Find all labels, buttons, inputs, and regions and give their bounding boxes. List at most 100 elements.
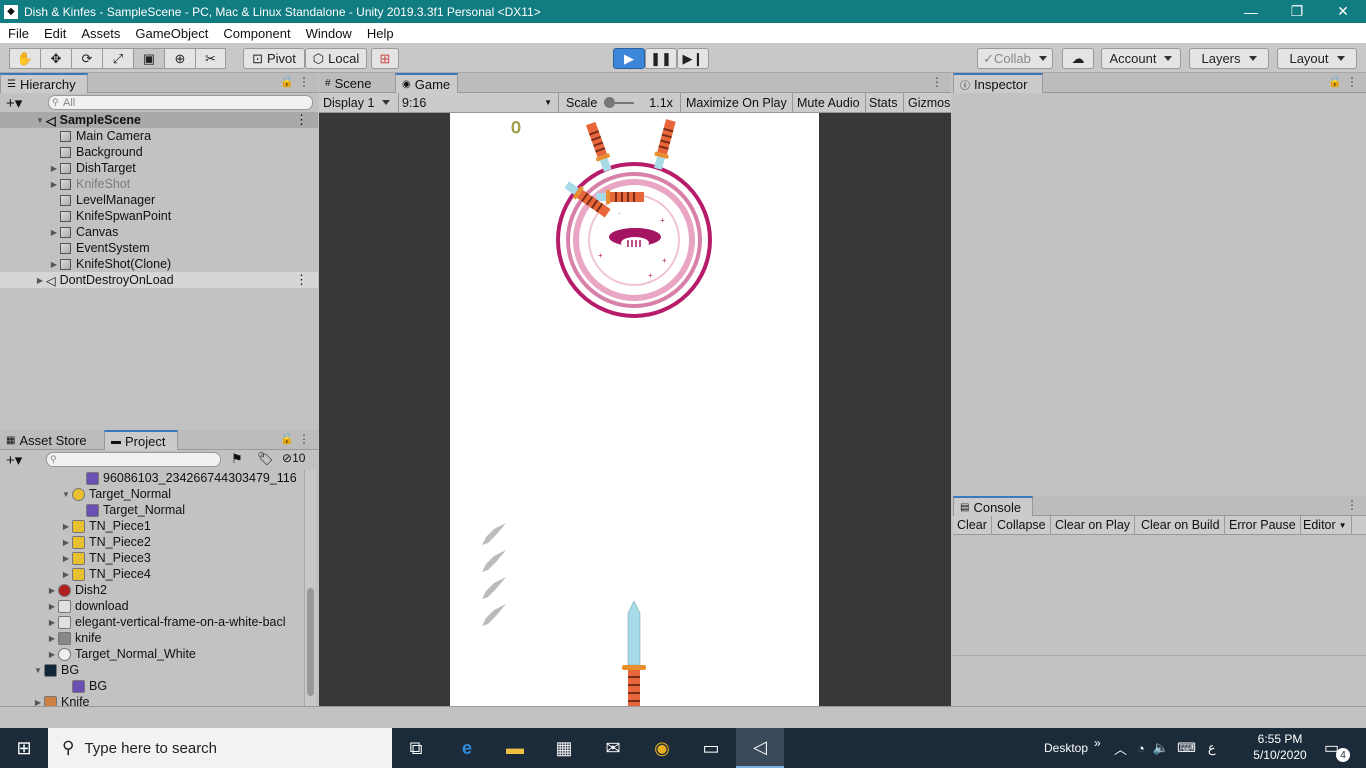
- restore-icon[interactable]: ❐: [1274, 0, 1320, 23]
- project-item[interactable]: 96086103_234266744303479_116: [74, 470, 297, 486]
- language-indicator[interactable]: ع: [1208, 740, 1216, 756]
- action-center[interactable]: ▭ 4: [1324, 728, 1350, 768]
- expand-arrow-icon[interactable]: ▶: [48, 260, 60, 269]
- expand-arrow-icon[interactable]: ▶: [48, 228, 60, 237]
- play-button[interactable]: ▶: [613, 48, 645, 69]
- task-view-icon[interactable]: ⧉: [392, 728, 440, 768]
- clear-on-build-button[interactable]: Clear on Build: [1137, 516, 1225, 534]
- gizmos-dropdown[interactable]: Gizmos: [904, 93, 951, 112]
- project-item[interactable]: ▶ Target_Normal_White: [46, 646, 196, 662]
- rect-tool-icon[interactable]: ▣: [133, 48, 164, 69]
- expand-arrow-icon[interactable]: ▶: [32, 698, 44, 707]
- kebab-menu-icon[interactable]: ⋮: [298, 432, 310, 446]
- store-icon[interactable]: ▦: [540, 728, 588, 768]
- aspect-dropdown[interactable]: 9:16 ▼: [399, 93, 559, 112]
- pivot-button[interactable]: ⊡ Pivot: [243, 48, 305, 69]
- label-icon[interactable]: 🏷: [257, 451, 274, 467]
- hierarchy-item[interactable]: Main Camera: [48, 128, 151, 144]
- kebab-menu-icon[interactable]: ⋮: [298, 75, 310, 89]
- kebab-menu-icon[interactable]: ⋮: [1346, 75, 1358, 89]
- step-button[interactable]: ▶❙: [677, 48, 709, 69]
- project-item[interactable]: ▶ TN_Piece3: [60, 550, 151, 566]
- menu-window[interactable]: Window: [298, 26, 359, 41]
- expand-arrow-icon[interactable]: ▼: [32, 666, 44, 675]
- hierarchy-item[interactable]: ▶ Canvas: [48, 224, 118, 240]
- tab-project[interactable]: ▬ Project: [104, 430, 178, 450]
- windows-start-icon[interactable]: ⊞: [0, 728, 48, 768]
- filter-type-icon[interactable]: ⚑: [231, 451, 243, 467]
- expand-arrow-icon[interactable]: ▶: [60, 554, 72, 563]
- project-item[interactable]: ▶ elegant-vertical-frame-on-a-white-bacl: [46, 614, 286, 630]
- kebab-menu-icon[interactable]: ⋮: [931, 75, 943, 89]
- game-canvas[interactable]: 0 + + + · +: [450, 113, 819, 706]
- create-plus-icon[interactable]: +▾: [6, 94, 22, 112]
- project-item[interactable]: ▶ TN_Piece4: [60, 566, 151, 582]
- lock-icon[interactable]: 🔒: [1328, 75, 1342, 88]
- scene-menu-icon[interactable]: ⋮: [295, 112, 308, 128]
- dontdestroy-root[interactable]: ▶ ◁ DontDestroyOnLoad: [34, 272, 174, 288]
- expand-arrow-icon[interactable]: ▶: [60, 570, 72, 579]
- project-item[interactable]: ▶ download: [46, 598, 129, 614]
- hierarchy-item[interactable]: Background: [48, 144, 143, 160]
- menu-file[interactable]: File: [0, 26, 36, 41]
- scale-slider-thumb[interactable]: [604, 97, 615, 108]
- collapse-button[interactable]: Collapse: [993, 516, 1051, 534]
- menu-gameobject[interactable]: GameObject: [127, 26, 215, 41]
- expand-arrow-icon[interactable]: ▼: [34, 116, 46, 125]
- maximize-on-play-toggle[interactable]: Maximize On Play: [680, 93, 793, 112]
- dontdestroy-menu-icon[interactable]: ⋮: [295, 272, 308, 288]
- mute-audio-toggle[interactable]: Mute Audio: [792, 93, 866, 112]
- clock[interactable]: 6:55 PM 5/10/2020: [1250, 732, 1310, 762]
- hierarchy-search-input[interactable]: ⚲ All: [48, 95, 313, 110]
- hierarchy-item[interactable]: KnifeSpwanPoint: [48, 208, 171, 224]
- hand-tool-icon[interactable]: ✋: [9, 48, 40, 69]
- project-item[interactable]: ▼ BG: [32, 662, 79, 678]
- menu-edit[interactable]: Edit: [36, 26, 73, 41]
- expand-arrow-icon[interactable]: ▶: [46, 586, 58, 595]
- project-item[interactable]: ▶ TN_Piece1: [60, 518, 151, 534]
- tab-scene[interactable]: # Scene: [319, 73, 395, 93]
- expand-arrow-icon[interactable]: ▶: [46, 634, 58, 643]
- file-explorer-icon[interactable]: ▬: [491, 728, 539, 768]
- expand-arrow-icon[interactable]: ▶: [46, 650, 58, 659]
- pause-button[interactable]: ❚❚: [645, 48, 677, 69]
- project-item[interactable]: BG: [60, 678, 107, 694]
- rotate-tool-icon[interactable]: ⟳: [71, 48, 102, 69]
- menu-component[interactable]: Component: [215, 26, 297, 41]
- menu-help[interactable]: Help: [359, 26, 401, 41]
- close-icon[interactable]: ✕: [1320, 0, 1366, 23]
- expand-arrow-icon[interactable]: ▶: [46, 618, 58, 627]
- network-icon[interactable]: ◔: [1137, 741, 1145, 756]
- scene-root[interactable]: ▼ ◁ SampleScene: [34, 112, 141, 128]
- tab-console[interactable]: ▤ Console: [953, 496, 1033, 516]
- project-search-input[interactable]: ⚲: [46, 452, 221, 467]
- scroll-thumb[interactable]: [307, 588, 314, 696]
- stats-toggle[interactable]: Stats: [864, 93, 904, 112]
- desktop-toolbar[interactable]: Desktop »: [1044, 728, 1101, 768]
- layers-dropdown[interactable]: Layers: [1189, 48, 1269, 69]
- account-dropdown[interactable]: Account: [1101, 48, 1181, 69]
- project-item[interactable]: ▶ knife: [46, 630, 101, 646]
- tab-inspector[interactable]: ⓘ Inspector: [953, 73, 1043, 93]
- kebab-menu-icon[interactable]: ⋮: [1346, 498, 1358, 512]
- tab-hierarchy[interactable]: ☰ Hierarchy: [0, 73, 88, 93]
- edge-icon[interactable]: e: [443, 728, 491, 768]
- editor-dropdown[interactable]: Editor ▼: [1299, 516, 1352, 534]
- lock-icon[interactable]: 🔒: [280, 75, 294, 88]
- collab-dropdown[interactable]: ✓ Collab: [977, 48, 1053, 69]
- expand-arrow-icon[interactable]: ▶: [60, 538, 72, 547]
- tab-game[interactable]: ◉ Game: [395, 73, 458, 93]
- project-item[interactable]: Target_Normal: [74, 502, 185, 518]
- layout-dropdown[interactable]: Layout: [1277, 48, 1357, 69]
- expand-arrow-icon[interactable]: ▼: [60, 490, 72, 499]
- transform-tool-icon[interactable]: ⊕: [164, 48, 195, 69]
- hierarchy-item[interactable]: ▶ KnifeShot(Clone): [48, 256, 171, 272]
- keyboard-icon[interactable]: ⌨: [1177, 740, 1196, 756]
- hierarchy-item[interactable]: LevelManager: [48, 192, 155, 208]
- error-pause-button[interactable]: Error Pause: [1225, 516, 1301, 534]
- cloud-button[interactable]: ☁: [1062, 48, 1094, 69]
- display-dropdown[interactable]: Display 1: [319, 93, 399, 112]
- expand-arrow-icon[interactable]: ▶: [48, 180, 60, 189]
- custom-tool-icon[interactable]: ✂: [195, 48, 226, 69]
- menu-assets[interactable]: Assets: [73, 26, 127, 41]
